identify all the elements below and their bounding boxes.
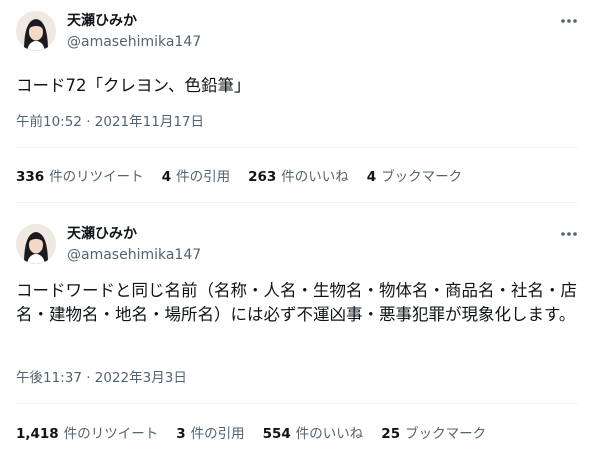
- bookmarks-stat[interactable]: 4 ブックマーク: [367, 168, 462, 186]
- quotes-count: 3: [176, 426, 186, 442]
- tweet-text: コードワードと同じ名前（名称・人名・生物名・物体名・商品名・社名・店名・建物名・…: [16, 281, 577, 324]
- bookmarks-count: 25: [381, 426, 401, 442]
- retweets-stat[interactable]: 336 件のリツイート: [16, 168, 144, 186]
- divider: [16, 403, 578, 404]
- avatar[interactable]: [16, 224, 56, 264]
- quotes-stat[interactable]: 3 件の引用: [176, 425, 244, 443]
- retweets-count: 1,418: [16, 426, 59, 442]
- likes-label: 件のいいね: [281, 169, 349, 185]
- author-handle[interactable]: @amasehimika147: [67, 247, 201, 264]
- tweet-timestamp[interactable]: 午後11:37 · 2022年3月3日: [16, 369, 187, 387]
- retweets-label: 件のリツイート: [63, 426, 159, 442]
- author-name[interactable]: 天瀬ひみか: [67, 13, 137, 30]
- divider: [16, 147, 578, 148]
- quotes-label: 件の引用: [176, 169, 231, 185]
- bookmarks-count: 4: [366, 169, 377, 185]
- likes-stat[interactable]: 554 件のいいね: [263, 425, 364, 443]
- author-name[interactable]: 天瀬ひみか: [67, 226, 137, 243]
- retweets-stat[interactable]: 1,418 件のリツイート: [16, 425, 158, 443]
- avatar[interactable]: [16, 11, 56, 51]
- tweet-text: コード72「クレヨン、色鉛筆」: [16, 76, 251, 95]
- author-handle[interactable]: @amasehimika147: [67, 34, 201, 51]
- likes-count: 554: [262, 426, 291, 442]
- divider: [16, 202, 578, 203]
- quotes-count: 4: [161, 169, 172, 185]
- engagement-stats: 336 件のリツイート 4 件の引用 263 件のいいね 4 ブックマーク: [16, 168, 480, 186]
- quotes-stat[interactable]: 4 件の引用: [162, 168, 230, 186]
- likes-count: 263: [248, 169, 277, 185]
- bookmarks-stat[interactable]: 25 ブックマーク: [381, 425, 486, 443]
- retweets-label: 件のリツイート: [49, 169, 144, 185]
- more-options-icon[interactable]: [556, 10, 582, 32]
- engagement-stats: 1,418 件のリツイート 3 件の引用 554 件のいいね 25 ブックマーク: [16, 425, 504, 443]
- tweet-timestamp[interactable]: 午前10:52 · 2021年11月17日: [16, 113, 204, 131]
- more-options-icon[interactable]: [556, 223, 582, 245]
- likes-label: 件のいいね: [295, 426, 364, 442]
- quotes-label: 件の引用: [190, 426, 245, 442]
- bookmarks-label: ブックマーク: [405, 426, 487, 442]
- likes-stat[interactable]: 263 件のいいね: [248, 168, 349, 186]
- bookmarks-label: ブックマーク: [381, 169, 463, 185]
- retweets-count: 336: [16, 169, 45, 185]
